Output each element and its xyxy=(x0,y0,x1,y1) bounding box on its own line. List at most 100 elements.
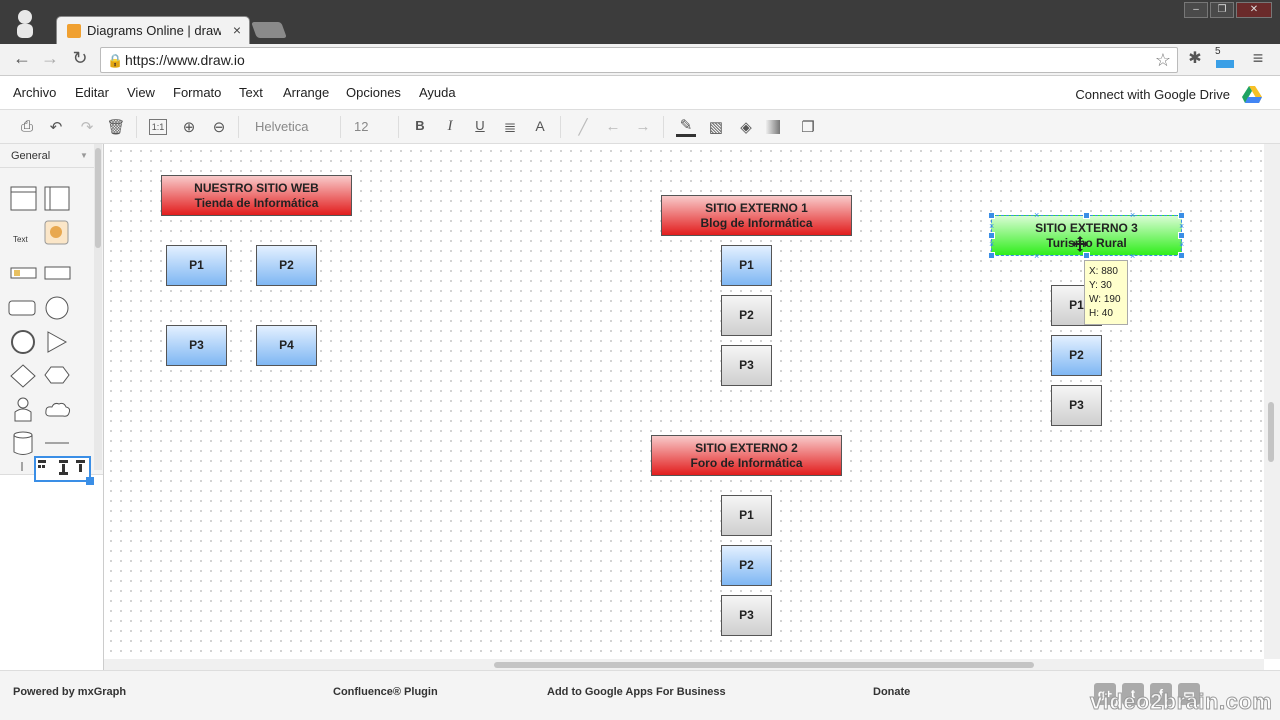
rectangle-shape[interactable] xyxy=(44,265,72,281)
resize-handle-se[interactable] xyxy=(1178,252,1185,259)
node-sitio-externo-2[interactable]: SITIO EXTERNO 2 Foro de Informática xyxy=(651,435,842,476)
cylinder-shape[interactable] xyxy=(12,430,34,458)
extension-icon[interactable] xyxy=(1216,60,1234,68)
profile-avatar-icon[interactable] xyxy=(14,8,36,38)
connection-point-icon[interactable]: × xyxy=(1130,252,1135,261)
arrow-end-icon[interactable]: → xyxy=(633,118,653,135)
gradient-icon[interactable] xyxy=(766,120,780,134)
zoom-in-icon[interactable]: ⊕ xyxy=(179,118,199,136)
image-icon[interactable]: ▧ xyxy=(706,118,726,136)
node-page-p2[interactable]: P2 xyxy=(721,295,772,336)
tab-close-icon[interactable]: × xyxy=(233,22,241,38)
resize-handle-n[interactable] xyxy=(1083,212,1090,219)
resize-handle-nw[interactable] xyxy=(988,212,995,219)
forward-arrow-icon[interactable]: → xyxy=(38,48,62,69)
node-sitio-externo-1[interactable]: SITIO EXTERNO 1 Blog de Informática xyxy=(661,195,852,236)
italic-icon[interactable]: I xyxy=(440,118,460,135)
text-shape[interactable]: Text xyxy=(13,235,28,244)
node-page-p2[interactable]: P2 xyxy=(1051,335,1102,376)
container-shape[interactable] xyxy=(44,186,72,212)
footer-link-google-apps[interactable]: Add to Google Apps For Business xyxy=(547,686,726,698)
sidebar-scroll-thumb[interactable] xyxy=(95,148,101,248)
triangle-shape[interactable] xyxy=(46,330,70,356)
connect-google-drive-link[interactable]: Connect with Google Drive xyxy=(1075,87,1230,102)
node-page-p1[interactable]: P1 xyxy=(721,495,772,536)
rounded-rect-shape[interactable] xyxy=(8,298,38,318)
ellipse-shape[interactable] xyxy=(44,296,72,322)
line-color-icon[interactable]: ✎ xyxy=(676,118,696,137)
menu-editar[interactable]: Editar xyxy=(75,85,109,100)
font-color-icon[interactable]: A xyxy=(530,118,550,134)
google-drive-icon[interactable] xyxy=(1242,86,1262,103)
node-page-p3[interactable]: P3 xyxy=(721,595,772,636)
node-page-p3[interactable]: P3 xyxy=(166,325,227,366)
footer-link-donate[interactable]: Donate xyxy=(873,686,910,698)
connection-point-icon[interactable]: × xyxy=(989,222,994,231)
fill-color-icon[interactable]: ◈ xyxy=(736,118,756,136)
footer-link-confluence[interactable]: Confluence® Plugin xyxy=(333,686,438,698)
connection-point-icon[interactable]: × xyxy=(1179,240,1184,249)
connection-point-icon[interactable]: × xyxy=(1130,211,1135,220)
delete-icon[interactable]: 🗑 xyxy=(106,118,126,136)
underline-icon[interactable]: U xyxy=(470,118,490,133)
node-page-p2[interactable]: P2 xyxy=(256,245,317,286)
outline-viewport[interactable] xyxy=(34,456,91,482)
menu-archivo[interactable]: Archivo xyxy=(13,85,56,100)
menu-view[interactable]: View xyxy=(127,85,155,100)
zoom-out-icon[interactable]: ⊖ xyxy=(209,118,229,136)
sidebar-scrollbar[interactable] xyxy=(94,144,102,470)
actual-size-icon[interactable]: 1:1 xyxy=(149,119,167,135)
resize-handle-ne[interactable] xyxy=(1178,212,1185,219)
circle-shape[interactable] xyxy=(10,330,38,356)
diagram-canvas[interactable]: NUESTRO SITIO WEB Tienda de Informática … xyxy=(104,144,1264,659)
cloud-shape[interactable] xyxy=(44,400,72,420)
new-tab-button[interactable] xyxy=(251,22,287,38)
print-icon[interactable]: ⎙ xyxy=(17,118,37,135)
resize-handle-s[interactable] xyxy=(1083,252,1090,259)
horizontal-scroll-thumb[interactable] xyxy=(494,662,1034,668)
canvas-vertical-scrollbar[interactable] xyxy=(1264,144,1280,659)
menu-ayuda[interactable]: Ayuda xyxy=(419,85,456,100)
font-size-input[interactable]: 12 xyxy=(354,119,368,134)
menu-opciones[interactable]: Opciones xyxy=(346,85,401,100)
actor-shape[interactable] xyxy=(12,397,36,423)
outline-resize-handle[interactable] xyxy=(86,477,94,485)
close-window-button[interactable]: ✕ xyxy=(1236,2,1272,18)
maximize-button[interactable]: ❐ xyxy=(1210,2,1234,18)
resize-handle-w[interactable] xyxy=(988,232,995,239)
label-shape[interactable] xyxy=(10,265,38,281)
image-shape[interactable] xyxy=(44,220,70,246)
bold-icon[interactable]: B xyxy=(410,118,430,133)
node-page-p2[interactable]: P2 xyxy=(721,545,772,586)
menu-arrange[interactable]: Arrange xyxy=(283,85,329,100)
menu-text[interactable]: Text xyxy=(239,85,263,100)
node-page-p1[interactable]: P1 xyxy=(166,245,227,286)
arrow-start-icon[interactable]: ← xyxy=(603,118,623,135)
node-page-p3[interactable]: P3 xyxy=(721,345,772,386)
swimlane-shape[interactable] xyxy=(10,186,38,212)
node-nuestro-sitio-web[interactable]: NUESTRO SITIO WEB Tienda de Informática xyxy=(161,175,352,216)
browser-tab-drawio[interactable]: Diagrams Online | draw.io × xyxy=(56,16,250,44)
canvas-horizontal-scrollbar[interactable] xyxy=(104,659,1264,670)
connection-point-icon[interactable]: × xyxy=(1034,211,1039,220)
footer-link-mxgraph[interactable]: Powered by mxGraph xyxy=(13,686,126,698)
reload-icon[interactable]: ↻ xyxy=(68,48,92,69)
chrome-menu-icon[interactable]: ≡ xyxy=(1246,48,1270,69)
connection-point-icon[interactable]: × xyxy=(1034,252,1039,261)
redo-icon[interactable]: ↷ xyxy=(77,118,97,136)
sidebar-section-general[interactable]: General ▼ xyxy=(0,144,94,168)
font-family-select[interactable]: Helvetica xyxy=(255,119,308,134)
extension-badge[interactable]: 5 xyxy=(1215,46,1221,57)
align-icon[interactable]: ≣ xyxy=(500,118,520,136)
connection-point-icon[interactable]: × xyxy=(989,240,994,249)
rhombus-shape[interactable] xyxy=(10,364,38,390)
line-shape[interactable] xyxy=(44,440,72,446)
vertical-scroll-thumb[interactable] xyxy=(1268,402,1274,462)
undo-icon[interactable]: ↶ xyxy=(46,118,66,136)
hexagon-shape[interactable] xyxy=(44,366,72,386)
resize-handle-sw[interactable] xyxy=(988,252,995,259)
url-input[interactable]: 🔒 https://www.draw.io ☆ xyxy=(100,47,1178,73)
extension-bug-icon[interactable]: ✱ xyxy=(1183,48,1207,68)
node-page-p4[interactable]: P4 xyxy=(256,325,317,366)
edge-style-icon[interactable]: ╱ xyxy=(573,118,593,136)
